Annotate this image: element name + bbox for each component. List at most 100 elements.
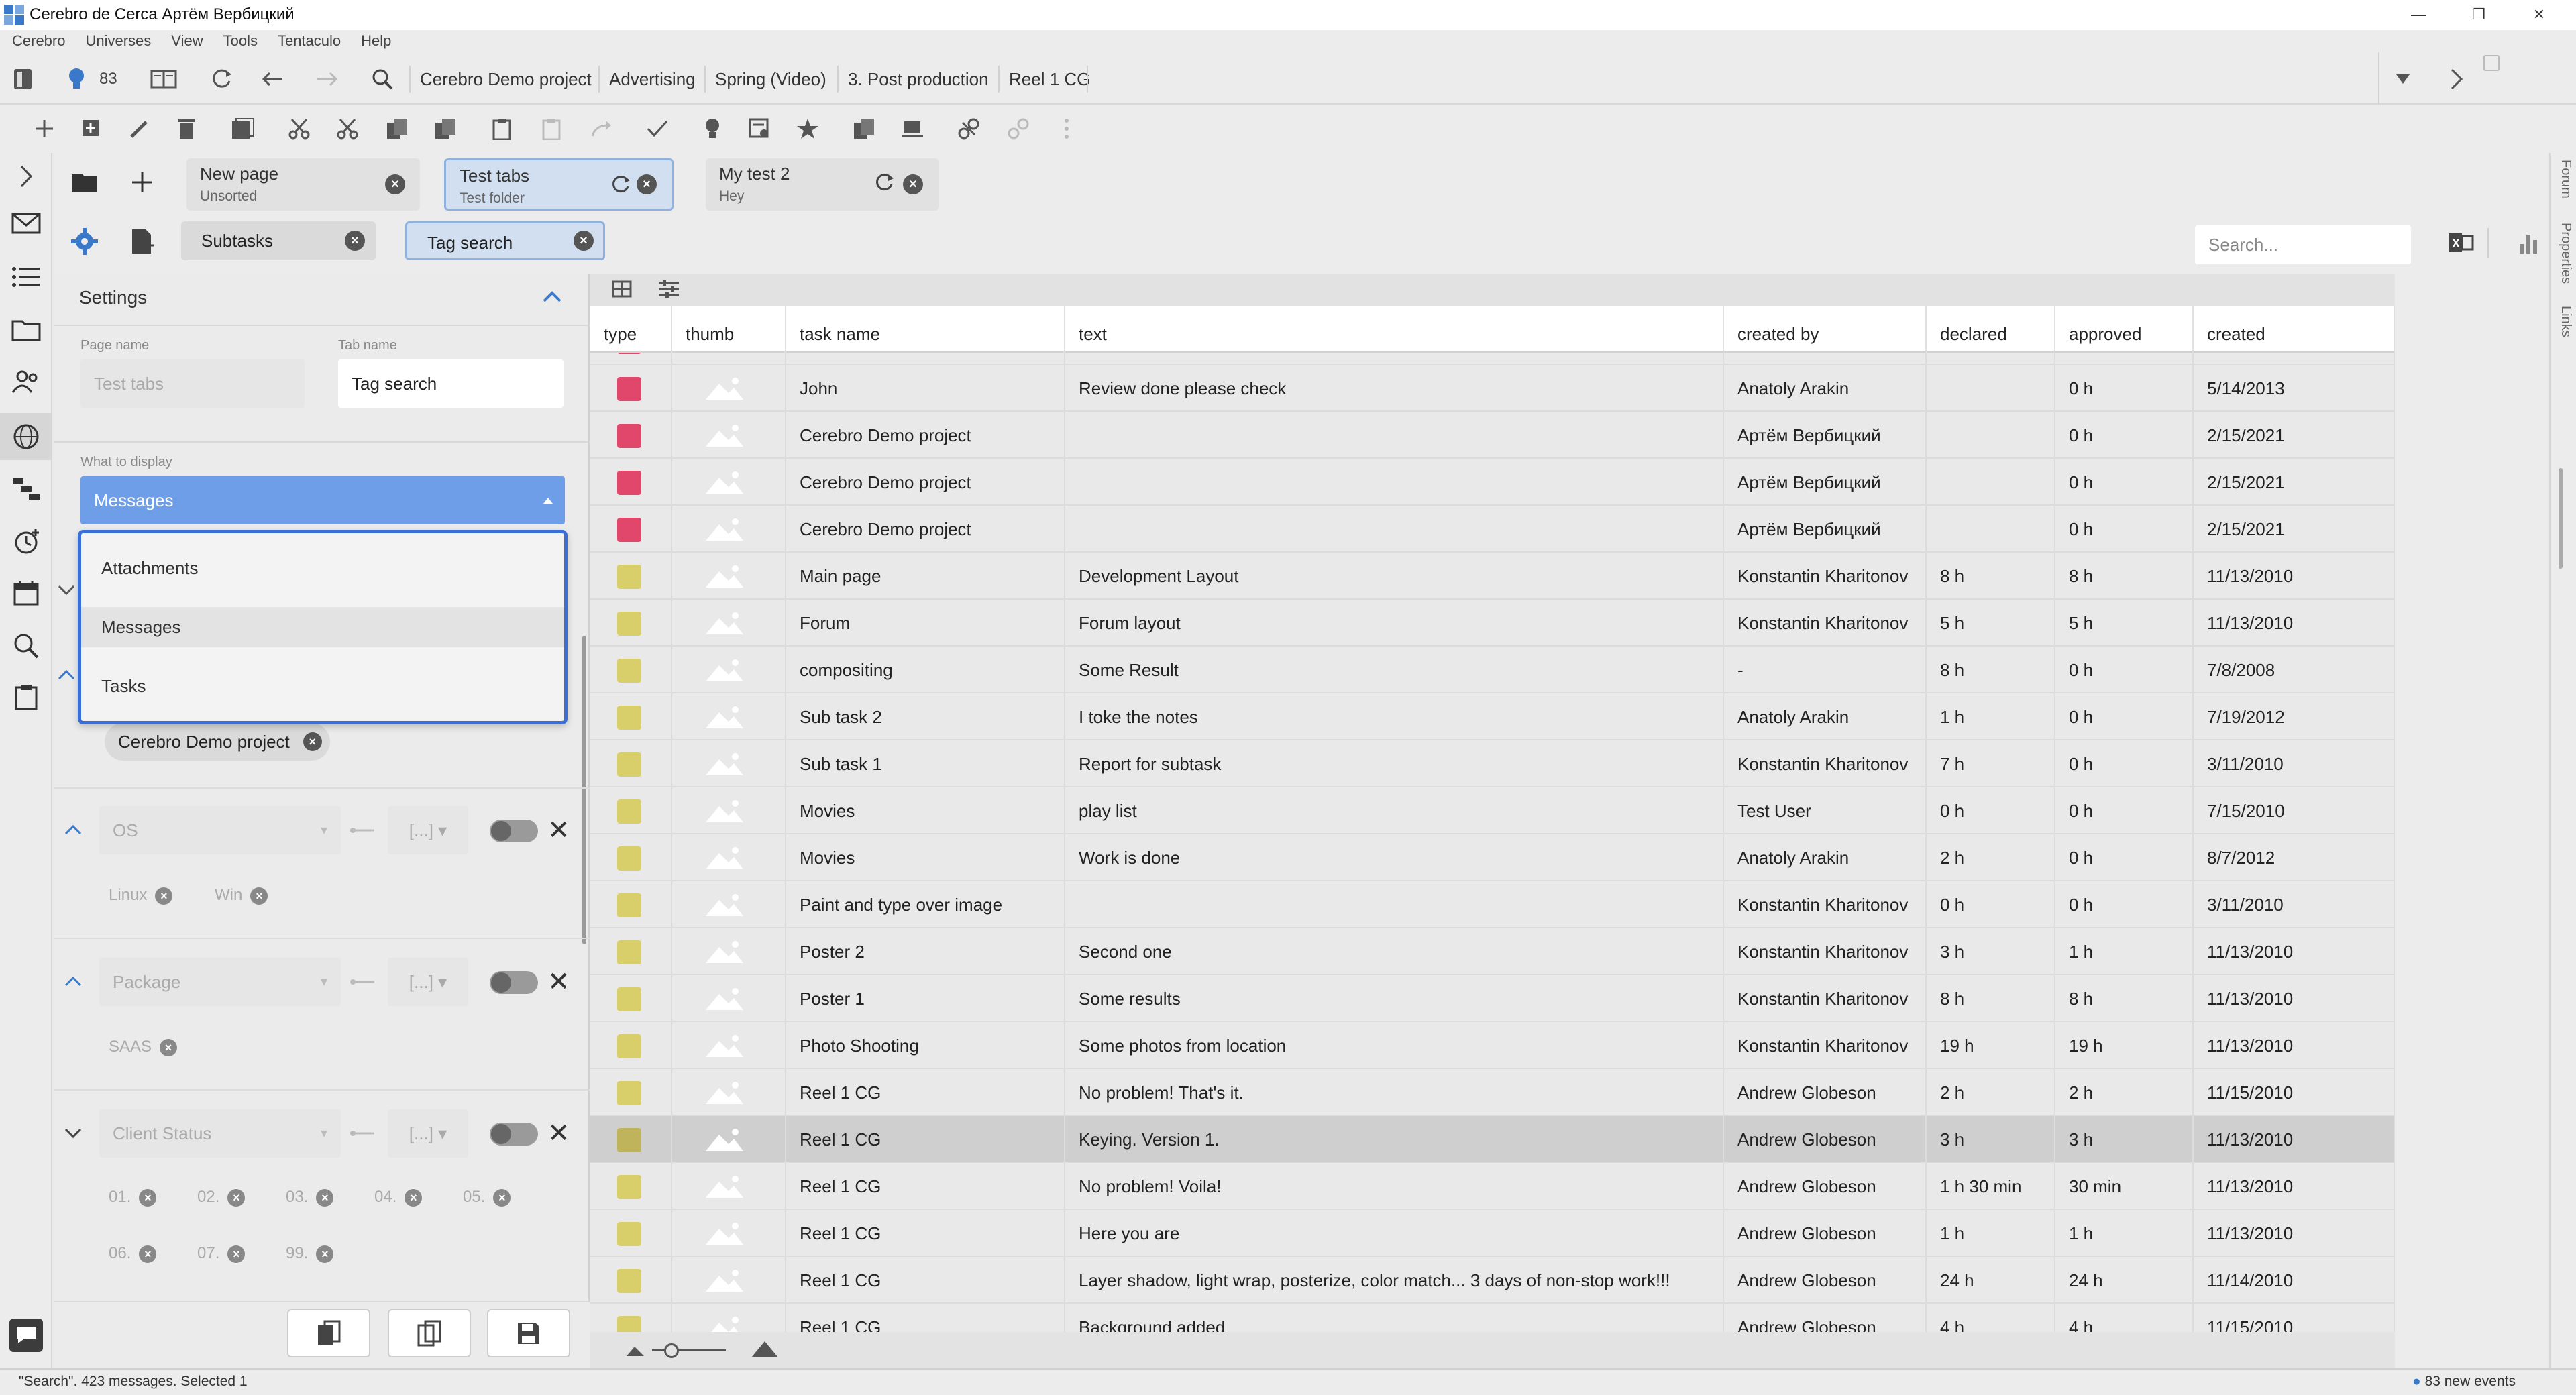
table-row[interactable]: Cerebro Demo project Артём Вербицкий 0 h 2/…: [590, 412, 2395, 459]
table-row[interactable]: Poster 2 Second one Konstantin Kharitonov 3…: [590, 928, 2395, 975]
page-tab-test-tabs[interactable]: Test tabs Test folder ×: [444, 158, 674, 211]
remove-value-icon[interactable]: ×: [405, 1188, 423, 1207]
remove-value-icon[interactable]: ×: [139, 1245, 157, 1263]
minimize-button[interactable]: —: [2388, 0, 2449, 30]
table-row[interactable]: Reel 1 CG Keying. Version 1. Andrew Globes…: [590, 1116, 2395, 1163]
remove-value-icon[interactable]: ×: [227, 1245, 246, 1263]
option-messages[interactable]: Messages: [81, 607, 564, 647]
new-events-status[interactable]: ● 83 new events: [2412, 1374, 2516, 1390]
redo-disabled-icon[interactable]: [586, 114, 616, 144]
table-row[interactable]: Main page Development Layout Konstantin Kh…: [590, 553, 2395, 600]
remove-value-icon[interactable]: ×: [316, 1245, 334, 1263]
refresh-icon[interactable]: [207, 64, 236, 94]
expand-filter-client-status-icon[interactable]: [56, 1116, 90, 1150]
table-row[interactable]: Sub task 1 Report for subtask Konstantin K…: [590, 740, 2395, 787]
back-arrow-icon[interactable]: [258, 64, 287, 94]
filter-os-operator[interactable]: [...] ▾: [388, 806, 468, 854]
filter-value-chip[interactable]: 05. ×: [463, 1180, 511, 1214]
sub-tab-subtasks[interactable]: Subtasks ×: [181, 221, 376, 260]
folder-tabs-icon[interactable]: [70, 168, 99, 197]
filter-value-chip[interactable]: SAAS ×: [109, 1030, 178, 1064]
filter-value-chip[interactable]: 03. ×: [286, 1180, 334, 1214]
add-icon[interactable]: [30, 114, 59, 144]
menu-universes[interactable]: Universes: [85, 32, 151, 50]
table-row[interactable]: Poster 1 Some results Konstantin Kharitono…: [590, 975, 2395, 1022]
remove-value-icon[interactable]: ×: [227, 1188, 246, 1207]
what-to-display-select[interactable]: Messages: [80, 476, 565, 524]
cut-scissors-icon[interactable]: [284, 114, 314, 144]
settings-header[interactable]: Settings: [54, 274, 590, 326]
settings-scrollbar[interactable]: [582, 636, 586, 944]
column-header-type[interactable]: type: [590, 306, 672, 353]
unlink-disabled-icon[interactable]: [1004, 114, 1033, 144]
breadcrumb-dropdown-icon[interactable]: [2388, 64, 2418, 94]
table-row[interactable]: Cerebro Demo project Артём Вербицкий 0 h 2/…: [590, 506, 2395, 553]
remove-filter-client-status-icon[interactable]: ✕: [547, 1120, 570, 1147]
report-icon[interactable]: [745, 114, 774, 144]
search-input[interactable]: Search...: [2195, 225, 2411, 264]
gear-icon[interactable]: [70, 227, 99, 256]
table-row[interactable]: Reel 1 CG No problem! That's it. Andrew Gl…: [590, 1069, 2395, 1116]
table-row[interactable]: Reel 1 CG Layer shadow, light wrap, poste…: [590, 1257, 2395, 1304]
tab-name-field[interactable]: Tag search: [338, 359, 564, 408]
zoom-slider-track[interactable]: [652, 1349, 726, 1351]
breadcrumb-post-production[interactable]: 3. Post production: [837, 66, 998, 93]
paste-icon[interactable]: [487, 114, 517, 144]
remove-value-icon[interactable]: ×: [139, 1188, 157, 1207]
cut-alt-icon[interactable]: [333, 114, 362, 144]
table-row[interactable]: compositing Some Result -8 h0 h 7/8/2008: [590, 647, 2395, 693]
filter-value-chip[interactable]: 07. ×: [197, 1237, 246, 1270]
remove-value-icon[interactable]: ×: [316, 1188, 334, 1207]
save-settings-button[interactable]: [487, 1309, 570, 1357]
column-header-created[interactable]: created: [2194, 306, 2395, 353]
filter-package-toggle[interactable]: [490, 971, 538, 994]
chart-stats-icon[interactable]: [2514, 228, 2544, 258]
book-icon[interactable]: [149, 64, 178, 94]
globe-icon[interactable]: [9, 420, 43, 453]
documents-icon[interactable]: [849, 114, 879, 144]
option-tasks[interactable]: Tasks: [81, 666, 564, 706]
remove-filter-os-icon[interactable]: ✕: [547, 817, 570, 844]
column-header-created-by[interactable]: created by: [1724, 306, 1927, 353]
edit-pencil-icon[interactable]: [125, 114, 154, 144]
chevron-down-icon[interactable]: [56, 579, 76, 600]
menu-tentaculo[interactable]: Tentaculo: [278, 32, 341, 50]
sub-tab-tag-search[interactable]: Tag search ×: [405, 221, 605, 260]
reload-tab-icon[interactable]: [873, 172, 895, 193]
add-subtask-icon[interactable]: [76, 114, 106, 144]
filter-client-status-toggle[interactable]: [490, 1123, 538, 1146]
table-row[interactable]: Sub task 2I toke the notes Anatoly Arakin…: [590, 693, 2395, 740]
forward-arrow-icon[interactable]: [313, 64, 342, 94]
filter-os-toggle[interactable]: [490, 820, 538, 842]
filter-client-status-operator[interactable]: [...] ▾: [388, 1109, 468, 1158]
filter-value-chip[interactable]: 02. ×: [197, 1180, 246, 1214]
copy-link-icon[interactable]: [431, 114, 460, 144]
filter-value-chip[interactable]: 04. ×: [374, 1180, 423, 1214]
column-header-declared[interactable]: declared: [1927, 306, 2055, 353]
close-subtab-icon[interactable]: ×: [574, 231, 594, 251]
filter-os-select[interactable]: OS ▾: [99, 806, 341, 854]
column-header-approved[interactable]: approved: [2055, 306, 2194, 353]
close-tab-icon[interactable]: ×: [637, 174, 657, 194]
checkmark-icon[interactable]: [643, 114, 672, 144]
multi-items-icon[interactable]: [228, 114, 258, 144]
sidebar-links-tab[interactable]: Links: [2558, 306, 2573, 337]
table-row[interactable]: Movies play list Test User 0 h0 h 7/15/2010: [590, 787, 2395, 834]
clipboard-icon[interactable]: [9, 680, 43, 714]
breadcrumb-project[interactable]: Cerebro Demo project: [409, 66, 601, 93]
copy-icon[interactable]: [382, 114, 412, 144]
filter-value-chip[interactable]: 06. ×: [109, 1237, 157, 1270]
filter-package-operator[interactable]: [...] ▾: [388, 958, 468, 1006]
reload-tab-icon[interactable]: [610, 174, 631, 195]
table-row[interactable]: Reel 1 CG No problem! Voila! Andrew Globes…: [590, 1163, 2395, 1210]
star-icon[interactable]: [793, 114, 822, 144]
remove-value-icon[interactable]: ×: [250, 887, 268, 905]
filter-value-chip[interactable]: Win ×: [215, 879, 268, 912]
history-clock-icon[interactable]: [9, 524, 43, 558]
project-chip[interactable]: Cerebro Demo project ×: [105, 723, 330, 761]
remove-value-icon[interactable]: ×: [155, 887, 173, 905]
filter-value-chip[interactable]: 99. ×: [286, 1237, 334, 1270]
search-icon[interactable]: [368, 64, 397, 94]
mail-icon[interactable]: [9, 207, 43, 240]
hierarchy-icon[interactable]: [9, 472, 43, 506]
